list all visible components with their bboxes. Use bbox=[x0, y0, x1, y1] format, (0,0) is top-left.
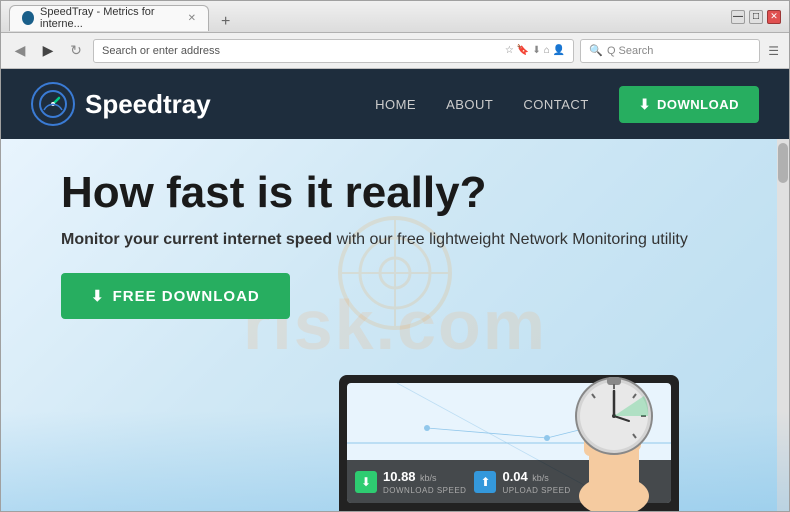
star-icon: ☆ bbox=[505, 45, 514, 56]
menu-icon[interactable]: ☰ bbox=[766, 42, 781, 60]
toolbar-icons: ☰ bbox=[766, 42, 781, 60]
tab-bar: SpeedTray - Metrics for interne... ✕ + bbox=[9, 3, 727, 31]
forward-button[interactable]: ▶ bbox=[37, 40, 59, 62]
tab-title: SpeedTray - Metrics for interne... bbox=[40, 6, 178, 30]
upload-stat-icon: ⬆ bbox=[474, 471, 496, 493]
address-icons: ☆ 🔖 ⬇ ⌂ 👤 bbox=[505, 45, 565, 56]
tab-favicon bbox=[22, 11, 34, 25]
window-controls: — □ ✕ bbox=[731, 10, 781, 24]
search-bar[interactable]: 🔍 Q Search bbox=[580, 39, 760, 63]
close-button[interactable]: ✕ bbox=[767, 10, 781, 24]
hero-content: How fast is it really? Monitor your curr… bbox=[61, 169, 729, 319]
search-placeholder-text: Q Search bbox=[607, 45, 653, 57]
website: Speedtray HOME ABOUT CONTACT ⬇ DOWNLOAD … bbox=[1, 69, 789, 511]
download-indicator-icon: ⬇ bbox=[532, 45, 540, 56]
user-icon: 👤 bbox=[553, 45, 565, 56]
back-button[interactable]: ◀ bbox=[9, 40, 31, 62]
logo-text: Speedtray bbox=[85, 89, 211, 120]
download-arrow-icon: ⬇ bbox=[639, 96, 651, 113]
upload-value: 0.04 bbox=[502, 469, 527, 484]
logo-area: Speedtray bbox=[31, 82, 375, 126]
download-unit: kb/s bbox=[420, 473, 437, 483]
tab-close-btn[interactable]: ✕ bbox=[188, 13, 196, 24]
hand-clock-svg bbox=[549, 341, 679, 511]
hero-headline: How fast is it really? bbox=[61, 169, 729, 217]
address-bar-area: ◀ ▶ ↻ Search or enter address ☆ 🔖 ⬇ ⌂ 👤 … bbox=[1, 33, 789, 69]
address-text: Search or enter address bbox=[102, 45, 501, 57]
download-value: 10.88 bbox=[383, 469, 416, 484]
speedometer-svg bbox=[39, 90, 67, 118]
scrollbar-thumb[interactable] bbox=[778, 143, 788, 183]
laptop-area: ⬇ 10.88 kb/s DOWNLOAD SPEED bbox=[319, 331, 699, 511]
upload-unit: kb/s bbox=[532, 473, 549, 483]
download-value-unit: 10.88 kb/s bbox=[383, 468, 466, 486]
bookmark-icon: 🔖 bbox=[517, 45, 529, 56]
hero-sub-rest: with our free lightweight Network Monito… bbox=[332, 231, 688, 248]
search-icon: 🔍 bbox=[589, 44, 603, 57]
address-bar[interactable]: Search or enter address ☆ 🔖 ⬇ ⌂ 👤 bbox=[93, 39, 574, 63]
nav-links: HOME ABOUT CONTACT ⬇ DOWNLOAD bbox=[375, 86, 759, 123]
browser-window: SpeedTray - Metrics for interne... ✕ + —… bbox=[0, 0, 790, 512]
hero-subtext: Monitor your current internet speed with… bbox=[61, 231, 729, 249]
nav-about-link[interactable]: ABOUT bbox=[446, 97, 493, 112]
minimize-button[interactable]: — bbox=[731, 10, 745, 24]
nav-download-label: DOWNLOAD bbox=[657, 97, 739, 112]
free-download-icon: ⬇ bbox=[91, 287, 105, 305]
download-label: DOWNLOAD SPEED bbox=[383, 486, 466, 495]
free-download-label: FREE DOWNLOAD bbox=[113, 288, 260, 305]
nav-home-link[interactable]: HOME bbox=[375, 97, 416, 112]
download-stat-icon: ⬇ bbox=[355, 471, 377, 493]
logo-icon bbox=[31, 82, 75, 126]
hero-section: risk.com How fast is it really? Monitor … bbox=[1, 139, 789, 511]
new-tab-button[interactable]: + bbox=[213, 13, 238, 31]
download-stat-info: 10.88 kb/s DOWNLOAD SPEED bbox=[383, 468, 466, 495]
home-icon: ⌂ bbox=[544, 45, 550, 56]
active-tab[interactable]: SpeedTray - Metrics for interne... ✕ bbox=[9, 5, 209, 31]
nav-contact-link[interactable]: CONTACT bbox=[523, 97, 588, 112]
free-download-button[interactable]: ⬇ FREE DOWNLOAD bbox=[61, 273, 290, 319]
page-content: Speedtray HOME ABOUT CONTACT ⬇ DOWNLOAD … bbox=[1, 69, 789, 511]
site-nav: Speedtray HOME ABOUT CONTACT ⬇ DOWNLOAD bbox=[1, 69, 789, 139]
maximize-button[interactable]: □ bbox=[749, 10, 763, 24]
hero-sub-bold: Monitor your current internet speed bbox=[61, 231, 332, 248]
title-bar: SpeedTray - Metrics for interne... ✕ + —… bbox=[1, 1, 789, 33]
download-stat-box: ⬇ 10.88 kb/s DOWNLOAD SPEED bbox=[355, 468, 466, 495]
refresh-button[interactable]: ↻ bbox=[65, 40, 87, 62]
nav-download-button[interactable]: ⬇ DOWNLOAD bbox=[619, 86, 759, 123]
